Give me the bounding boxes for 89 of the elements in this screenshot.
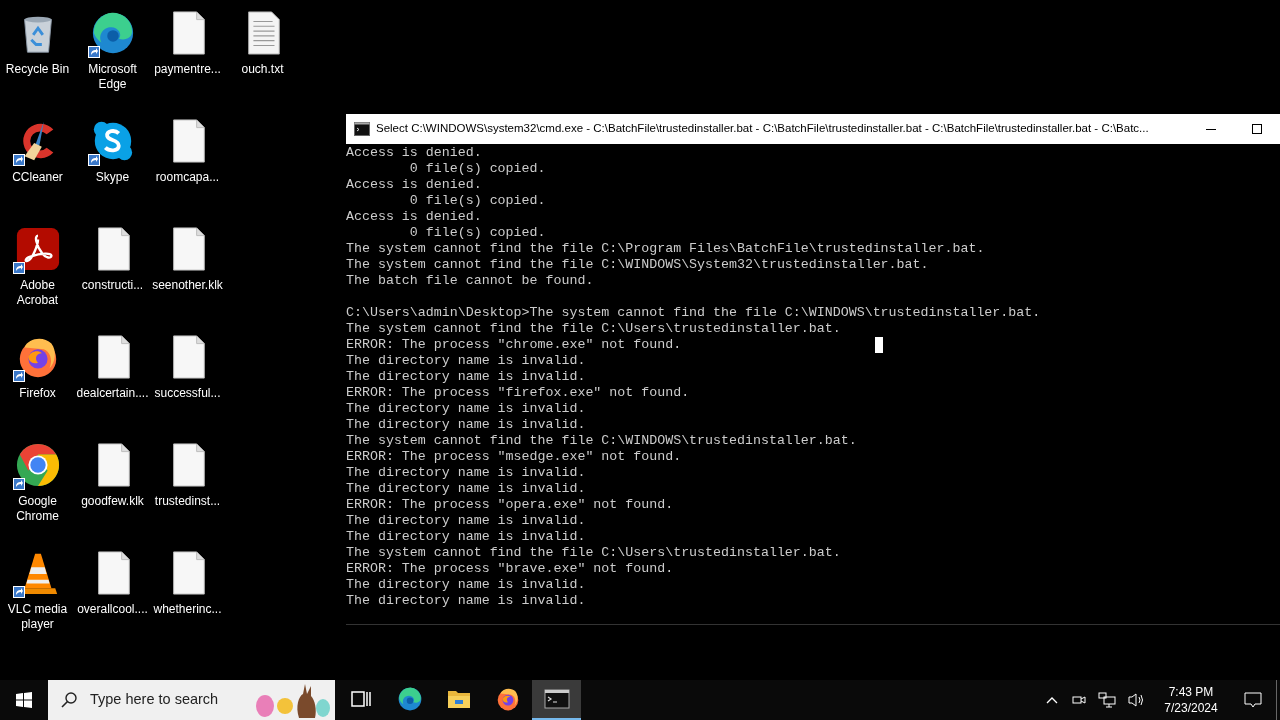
command-prompt-icon <box>354 122 370 136</box>
search-input[interactable]: Type here to search <box>90 689 250 711</box>
console-line: The directory name is invalid. <box>346 401 586 417</box>
taskbar-app-button[interactable] <box>532 680 581 720</box>
icon-label: Microsoft Edge <box>87 62 138 92</box>
desktop-icon[interactable]: roomcapa... <box>150 112 225 219</box>
volume-icon <box>1128 692 1146 708</box>
console-line: The system cannot find the file C:\Users\trustedinstaller.bat. <box>346 545 841 561</box>
icon-label: overallcool.... <box>77 602 148 617</box>
console-line: The directory name is invalid. <box>346 417 586 433</box>
icon-label: successful... <box>154 386 221 401</box>
console-line: Access is denied. <box>346 209 482 225</box>
console-line: ERROR: The process "msedge.exe" not found. <box>346 449 682 465</box>
clock[interactable]: 7:43 PM 7/23/2024 <box>1152 684 1230 716</box>
desktop-icon[interactable]: Google Chrome <box>0 436 75 543</box>
icon-label: roomcapa... <box>155 170 220 185</box>
console-line: The directory name is invalid. <box>346 369 586 385</box>
desktop-icon[interactable]: goodfew.klk <box>75 436 150 543</box>
desktop-icon[interactable]: overallcool.... <box>75 544 150 651</box>
search-field[interactable]: Type here to search <box>48 680 335 720</box>
desktop-icon[interactable]: VLC media player <box>0 544 75 651</box>
icon-label: goodfew.klk <box>81 494 144 509</box>
maximize-icon <box>1252 124 1262 134</box>
console-line: The directory name is invalid. <box>346 529 586 545</box>
console-line: The directory name is invalid. <box>346 513 586 529</box>
desktop-icon[interactable]: successful... <box>150 328 225 435</box>
icon-label: paymentre... <box>154 62 221 77</box>
minimize-icon <box>1206 128 1216 130</box>
desktop-icon[interactable]: CCleaner <box>0 112 75 219</box>
network-icon <box>1098 692 1116 708</box>
desktop-icon[interactable]: Skype <box>75 112 150 219</box>
notification-icon <box>1244 692 1262 708</box>
icon-label: CCleaner <box>12 170 63 185</box>
icon-label: seenother.klk <box>152 278 223 293</box>
icon-label: trustedinst... <box>154 494 221 509</box>
console-line: The system cannot find the file C:\Users\trustedinstaller.bat. <box>346 321 841 337</box>
camera-icon <box>1072 693 1086 707</box>
desktop-icon[interactable]: trustedinst... <box>150 436 225 543</box>
console-line: 0 file(s) copied. <box>408 161 546 177</box>
desktop-icon[interactable]: Adobe Acrobat <box>0 220 75 327</box>
console-line: ERROR: The process "chrome.exe" not found. <box>346 337 682 353</box>
desktop-icon[interactable]: constructi... <box>75 220 150 327</box>
desktop-icon[interactable]: seenother.klk <box>150 220 225 327</box>
console-line: The system cannot find the file C:\Program Files\BatchFile\trustedinstaller.bat. <box>346 241 985 257</box>
desktop-icon[interactable]: Microsoft Edge <box>75 4 150 111</box>
acrobat-icon <box>14 226 61 272</box>
console-line: Access is denied. <box>346 145 482 161</box>
task-view-icon <box>349 688 372 710</box>
console-line: C:\Users\admin\Desktop>The system cannot find the file C:\WINDOWS\trustedinstaller.bat. <box>346 305 1041 321</box>
command-prompt-icon <box>543 688 570 710</box>
clock-date: 7/23/2024 <box>1164 700 1218 716</box>
icon-label: dealcertain.... <box>76 386 149 401</box>
icon-label: Firefox <box>19 386 56 401</box>
icon-label: Recycle Bin <box>5 62 70 77</box>
text-cursor <box>875 337 883 353</box>
console-line: The directory name is invalid. <box>346 481 586 497</box>
windows-logo-icon <box>16 692 32 708</box>
icon-label: whetherinc... <box>153 602 222 617</box>
console-line: ERROR: The process "opera.exe" not found. <box>346 497 674 513</box>
window-title: Select C:\WINDOWS\system32\cmd.exe - C:\BatchFile\trustedinstaller.bat - C:\BatchFile\trustedinstaller.bat - C:\BatchFile\trustedinstaller.bat - C:\Batc... <box>376 121 1149 137</box>
icon-label: Google Chrome <box>15 494 60 524</box>
desktop-icon[interactable]: paymentre... <box>150 4 225 111</box>
desktop-icon[interactable]: Firefox <box>0 328 75 435</box>
desktop-icon[interactable]: dealcertain.... <box>75 328 150 435</box>
icon-label: ouch.txt <box>241 62 284 77</box>
desktop-icon[interactable]: ouch.txt <box>225 4 300 111</box>
clock-time: 7:43 PM <box>1168 684 1214 700</box>
icon-label: Adobe Acrobat <box>15 278 60 308</box>
icon-label: Skype <box>95 170 130 185</box>
console-line: The system cannot find the file C:\WINDOWS\trustedinstaller.bat. <box>346 433 857 449</box>
console-line: 0 file(s) copied. <box>408 193 546 209</box>
console-line: The directory name is invalid. <box>346 353 586 369</box>
console-line: ERROR: The process "brave.exe" not found. <box>346 561 674 577</box>
console-line: The system cannot find the file C:\WINDOWS\System32\trustedinstaller.bat. <box>346 257 929 273</box>
edge-icon <box>396 686 423 712</box>
search-icon <box>60 691 78 709</box>
console-line: 0 file(s) copied. <box>408 225 546 241</box>
desktop-icon[interactable]: Recycle Bin <box>0 4 75 111</box>
console-line: The directory name is invalid. <box>346 465 586 481</box>
console-line: ERROR: The process "firefox.exe" not found. <box>346 385 690 401</box>
desktop-icon[interactable]: whetherinc... <box>150 544 225 651</box>
console-line: The batch file cannot be found. <box>346 273 594 289</box>
console-line: The directory name is invalid. <box>346 593 586 609</box>
icon-label: constructi... <box>81 278 144 293</box>
chrome-icon <box>14 442 61 488</box>
console-line: The directory name is invalid. <box>346 577 586 593</box>
console-line: Access is denied. <box>346 177 482 193</box>
icon-label: VLC media player <box>6 602 69 632</box>
chevron-up-icon <box>1046 696 1058 704</box>
